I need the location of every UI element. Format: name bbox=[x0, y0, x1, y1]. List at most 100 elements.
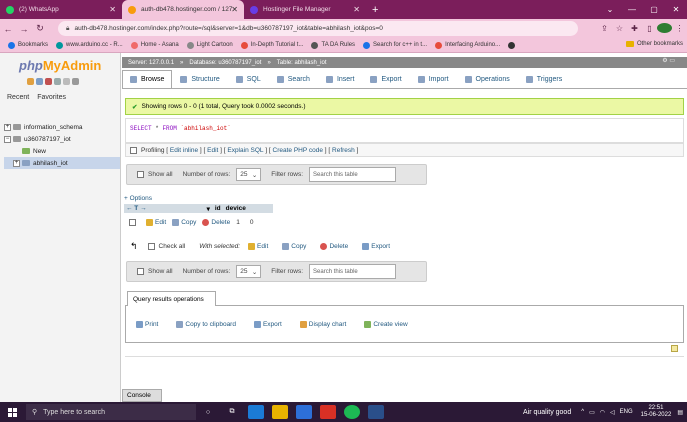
menu-icon[interactable]: ⋮ bbox=[672, 24, 687, 33]
tray-arrow-icon[interactable]: ^ bbox=[581, 409, 584, 415]
file-explorer-icon[interactable] bbox=[272, 405, 288, 419]
other-bookmarks[interactable]: Other bookmarks bbox=[625, 41, 683, 47]
bookmark-query-icon[interactable] bbox=[671, 345, 678, 352]
forward-icon[interactable]: → bbox=[16, 24, 32, 34]
tab-triggers[interactable]: Triggers bbox=[518, 70, 570, 88]
row-checkbox[interactable] bbox=[129, 219, 136, 226]
copy-to-clipboard-button[interactable]: Copy to clipboard bbox=[176, 320, 236, 328]
tab-insert[interactable]: Insert bbox=[318, 70, 363, 88]
bookmark-item[interactable]: Search for c++ in t... bbox=[363, 41, 427, 49]
tab-search[interactable]: Search bbox=[269, 70, 318, 88]
sidebar-icon[interactable]: ▯ bbox=[642, 24, 657, 33]
taskbar-search-input[interactable]: ⚲ Type here to search bbox=[26, 404, 196, 420]
close-icon[interactable]: ✕ bbox=[109, 5, 116, 14]
check-all-label[interactable]: Check all bbox=[159, 243, 186, 250]
options-toggle[interactable]: + Options bbox=[124, 195, 152, 202]
browser-tab-phpmyadmin[interactable]: auth-db478.hostinger.com / 127 ✕ bbox=[122, 0, 244, 19]
explain-sql-link[interactable]: Explain SQL bbox=[227, 147, 263, 154]
phpmyadmin-logo[interactable]: phpMyAdmin bbox=[19, 58, 101, 73]
browser-tab-whatsapp[interactable]: (2) WhatsApp ✕ bbox=[0, 0, 122, 19]
create-php-code-link[interactable]: Create PHP code bbox=[273, 147, 323, 154]
bookmark-item[interactable]: In-Depth Tutorial t... bbox=[240, 41, 303, 49]
back-icon[interactable]: ← bbox=[0, 24, 16, 34]
tab-search-icon[interactable]: ⌄ bbox=[599, 5, 621, 14]
tab-structure[interactable]: Structure bbox=[172, 70, 227, 88]
maximize-icon[interactable]: ▢ bbox=[643, 5, 665, 14]
show-all-toggle[interactable]: Show all bbox=[137, 268, 173, 275]
new-tab-button[interactable]: + bbox=[372, 4, 378, 16]
sort-arrows-icon[interactable]: ← T → bbox=[126, 205, 147, 212]
bookmark-item[interactable]: TA DA Rules bbox=[311, 41, 355, 49]
show-all-checkbox[interactable] bbox=[137, 171, 144, 178]
refresh-link[interactable]: Refresh bbox=[332, 147, 355, 154]
logout-icon[interactable] bbox=[36, 78, 43, 85]
tab-recent[interactable]: Recent bbox=[7, 94, 29, 101]
tab-favorites[interactable]: Favorites bbox=[37, 94, 66, 101]
rows-select[interactable]: 25 ⌄ bbox=[236, 168, 262, 181]
air-quality-widget[interactable]: Air quality good bbox=[523, 409, 571, 416]
tree-item-new[interactable]: New bbox=[4, 145, 120, 157]
breadcrumb-table[interactable]: Table: abhilash_iot bbox=[277, 60, 327, 66]
browser-tab-file-manager[interactable]: Hostinger File Manager ✕ bbox=[244, 0, 366, 19]
windows-start-icon[interactable] bbox=[8, 407, 17, 417]
edge-icon[interactable] bbox=[248, 405, 264, 419]
close-icon[interactable]: ✕ bbox=[231, 5, 238, 14]
cell-id[interactable]: 1 bbox=[236, 219, 240, 226]
with-selected-edit-button[interactable]: Edit bbox=[248, 242, 268, 250]
create-view-button[interactable]: Create view bbox=[364, 320, 408, 328]
row-delete-button[interactable]: Delete bbox=[202, 219, 230, 226]
tab-sql[interactable]: SQL bbox=[228, 70, 269, 88]
tab-import[interactable]: Import bbox=[410, 70, 457, 88]
spotify-icon[interactable] bbox=[344, 405, 360, 419]
display-chart-button[interactable]: Display chart bbox=[299, 320, 346, 328]
minimize-icon[interactable]: — bbox=[621, 5, 643, 14]
show-all-toggle[interactable]: Show all bbox=[137, 171, 173, 178]
expand-icon[interactable]: + bbox=[4, 123, 11, 131]
language-indicator[interactable]: ENG bbox=[620, 409, 633, 415]
tree-item-information-schema[interactable]: + information_schema bbox=[4, 121, 120, 133]
bookmark-item[interactable]: www.arduino.cc - R... bbox=[56, 41, 123, 49]
edit-inline-link[interactable]: Edit inline bbox=[170, 147, 198, 154]
collapse-icon[interactable]: − bbox=[4, 135, 11, 143]
breadcrumb-database[interactable]: Database: u360787197_iot bbox=[189, 60, 261, 66]
profile-avatar[interactable] bbox=[657, 22, 672, 35]
settings-icon[interactable] bbox=[54, 78, 61, 85]
tab-operations[interactable]: Operations bbox=[457, 70, 518, 88]
filter-rows-input[interactable]: Search this table bbox=[309, 167, 397, 182]
edit-link[interactable]: Edit bbox=[207, 147, 218, 154]
chrome-icon[interactable] bbox=[320, 405, 336, 419]
volume-icon[interactable]: ◁ bbox=[610, 409, 615, 416]
reload-icon[interactable]: ↻ bbox=[32, 23, 48, 34]
tab-browse[interactable]: Browse bbox=[122, 70, 173, 88]
tree-item-u360787197-iot[interactable]: − u360787197_iot bbox=[4, 133, 120, 145]
row-copy-button[interactable]: Copy bbox=[172, 219, 196, 226]
filter-rows-input[interactable]: Search this table bbox=[309, 264, 397, 279]
cortana-icon[interactable]: ○ bbox=[200, 405, 216, 419]
profiling-checkbox[interactable] bbox=[130, 146, 137, 154]
column-header-device[interactable]: device bbox=[226, 205, 246, 212]
lock-icon[interactable]: 🔒︎ bbox=[66, 25, 69, 33]
console-toggle[interactable]: Console bbox=[122, 389, 162, 402]
column-sort-icon[interactable]: ▾ bbox=[207, 205, 210, 213]
bookmark-item[interactable]: Home - Asana bbox=[130, 41, 179, 49]
bookmark-item[interactable]: Light Cartoon bbox=[186, 41, 233, 49]
tab-export[interactable]: Export bbox=[362, 70, 409, 88]
battery-icon[interactable]: ▭ bbox=[589, 409, 595, 416]
close-window-icon[interactable]: ✕ bbox=[665, 5, 687, 14]
close-icon[interactable]: ✕ bbox=[353, 5, 360, 14]
expand-icon[interactable]: + bbox=[13, 159, 20, 167]
reload-navigation-icon[interactable] bbox=[63, 78, 70, 85]
bookmark-item[interactable] bbox=[508, 41, 518, 49]
cell-device[interactable]: 0 bbox=[250, 219, 254, 226]
check-all-checkbox[interactable] bbox=[147, 242, 155, 250]
settings-gear-icon[interactable]: ⚙ ▭ bbox=[662, 57, 675, 64]
docs-icon[interactable] bbox=[45, 78, 52, 85]
task-view-icon[interactable]: ⧉ bbox=[224, 405, 240, 419]
url-bar[interactable]: 🔒︎ auth-db478.hostinger.com/index.php?ro… bbox=[58, 21, 578, 36]
notifications-icon[interactable]: ▤ bbox=[677, 409, 683, 416]
tree-item-abhilash-iot[interactable]: + abhilash_iot bbox=[4, 157, 120, 169]
star-icon[interactable]: ☆ bbox=[612, 24, 627, 33]
bookmark-item[interactable]: Bookmarks bbox=[8, 41, 48, 49]
share-icon[interactable]: ⇪ bbox=[597, 24, 612, 33]
export-button[interactable]: Export bbox=[253, 320, 282, 328]
